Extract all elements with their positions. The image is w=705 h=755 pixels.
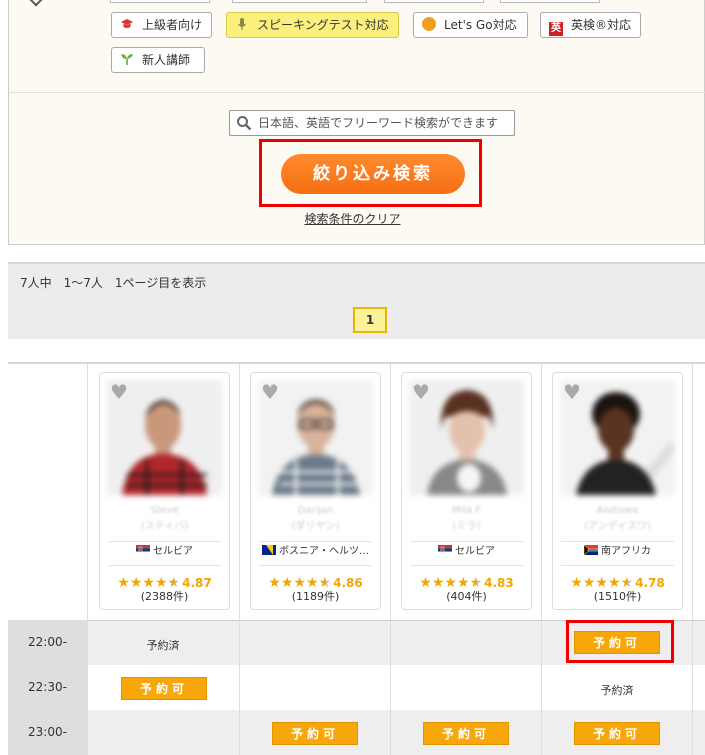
teacher-card[interactable]: ♥ Andiswa (アンディスワ) 南アフリカ ★★★★★ 4.78 (1510件… bbox=[552, 372, 683, 610]
results-summary: 7人中 1〜7人 1ページ目を表示 bbox=[20, 276, 207, 290]
tag-lets-go[interactable]: Let's Go対応 bbox=[413, 12, 528, 38]
graduation-cap-icon bbox=[120, 17, 134, 31]
country-name: セルビア bbox=[455, 546, 495, 557]
teacher-name-text: Mila F bbox=[451, 505, 482, 516]
slot-booked: 予約済 bbox=[146, 639, 180, 652]
card-divider bbox=[108, 541, 221, 542]
teacher-card[interactable]: ♥ Darijan (ダリヤン) ボスニア・ヘルツ… ★★★★★ 4.86 (118… bbox=[250, 372, 381, 610]
review-count: (1189件) bbox=[291, 590, 340, 603]
teacher-name: Steve (スティバ) bbox=[100, 503, 229, 535]
card-divider bbox=[259, 565, 372, 566]
card-divider bbox=[108, 565, 221, 566]
tag-new-teacher[interactable]: 新人講師 bbox=[111, 47, 205, 73]
book-button[interactable]: 予約可 bbox=[574, 631, 660, 654]
favorite-heart-icon[interactable]: ♥ bbox=[261, 382, 281, 402]
filter-divider bbox=[8, 92, 705, 93]
country-name: 南アフリカ bbox=[601, 546, 651, 557]
clear-conditions-label: 検索条件のクリア bbox=[304, 212, 401, 226]
search-icon bbox=[237, 116, 252, 131]
book-button[interactable]: 予約可 bbox=[574, 722, 660, 745]
review-count: (2388件) bbox=[140, 590, 189, 603]
teacher-country: セルビア bbox=[402, 545, 531, 558]
tag-label: 英検®対応 bbox=[571, 18, 632, 32]
card-divider bbox=[561, 565, 674, 566]
time-label: 23:00- bbox=[8, 710, 87, 755]
teacher-name-kana: (ミラ) bbox=[452, 521, 481, 532]
search-field[interactable] bbox=[229, 110, 515, 136]
column-divider bbox=[390, 364, 391, 755]
teacher-name-text: Darijan bbox=[297, 505, 334, 516]
search-input[interactable] bbox=[258, 113, 508, 133]
grid-top-border bbox=[8, 362, 705, 364]
time-label: 22:30- bbox=[8, 665, 87, 710]
tag-label: スピーキングテスト対応 bbox=[257, 18, 389, 32]
column-divider bbox=[692, 364, 693, 755]
teacher-name-text: Andiswa bbox=[596, 505, 639, 516]
pagination-page-1[interactable]: 1 bbox=[353, 307, 387, 333]
country-name: セルビア bbox=[153, 546, 193, 557]
clear-conditions-link[interactable]: 検索条件のクリア bbox=[0, 210, 705, 227]
review-count: (404件) bbox=[446, 590, 487, 603]
favorite-heart-icon[interactable]: ♥ bbox=[563, 382, 583, 402]
eiken-badge-icon: 英 bbox=[549, 22, 563, 36]
teacher-name-kana: (アンディスワ) bbox=[584, 521, 651, 532]
lets-go-badge-icon bbox=[422, 17, 436, 31]
tag-speaking-test[interactable]: スピーキングテスト対応 bbox=[226, 12, 399, 38]
time-label: 22:00- bbox=[8, 620, 87, 665]
serbia-flag-icon bbox=[438, 545, 452, 555]
favorite-heart-icon[interactable]: ♥ bbox=[110, 382, 130, 402]
tag-advanced[interactable]: 上級者向け bbox=[111, 12, 212, 38]
sprout-icon bbox=[120, 52, 134, 66]
teacher-country: セルビア bbox=[100, 545, 229, 558]
column-divider bbox=[239, 364, 240, 755]
teacher-name-kana: (ダリヤン) bbox=[291, 521, 340, 532]
teacher-name: Darijan (ダリヤン) bbox=[251, 503, 380, 535]
tag-label: 上級者向け bbox=[142, 18, 203, 32]
card-divider bbox=[410, 541, 523, 542]
teacher-country: 南アフリカ bbox=[553, 545, 682, 558]
country-name: ボスニア・ヘルツ… bbox=[279, 546, 369, 557]
filter-search-button[interactable]: 絞り込み検索 bbox=[281, 154, 465, 194]
teacher-name: Andiswa (アンディスワ) bbox=[553, 503, 682, 535]
teacher-country: ボスニア・ヘルツ… bbox=[251, 545, 380, 558]
serbia-flag-icon bbox=[136, 545, 150, 555]
card-divider bbox=[561, 541, 674, 542]
slot-booked: 予約済 bbox=[600, 684, 634, 697]
south-africa-flag-icon bbox=[584, 545, 598, 555]
book-button[interactable]: 予約可 bbox=[272, 722, 358, 745]
card-divider bbox=[259, 541, 372, 542]
teacher-card[interactable]: ♥ Mila F (ミラ) セルビア ★★★★★ 4.83 (404件) bbox=[401, 372, 532, 610]
teacher-name-text: Steve bbox=[150, 505, 179, 516]
column-divider bbox=[87, 364, 88, 755]
book-button[interactable]: 予約可 bbox=[121, 677, 207, 700]
teacher-name: Mila F (ミラ) bbox=[402, 503, 531, 535]
card-divider bbox=[410, 565, 523, 566]
tag-label: 新人講師 bbox=[142, 53, 191, 67]
favorite-heart-icon[interactable]: ♥ bbox=[412, 382, 432, 402]
tag-eiken[interactable]: 英英検®対応 bbox=[540, 12, 641, 38]
review-count: (1510件) bbox=[593, 590, 642, 603]
teacher-card[interactable]: ♥ Steve (スティバ) セルビア ★★★★★ 4.87 (2388件) bbox=[99, 372, 230, 610]
microphone-icon bbox=[235, 17, 249, 31]
bosnia-flag-icon bbox=[262, 545, 276, 555]
tag-label: Let's Go対応 bbox=[444, 18, 517, 32]
teacher-name-kana: (スティバ) bbox=[140, 521, 189, 532]
book-button[interactable]: 予約可 bbox=[423, 722, 509, 745]
